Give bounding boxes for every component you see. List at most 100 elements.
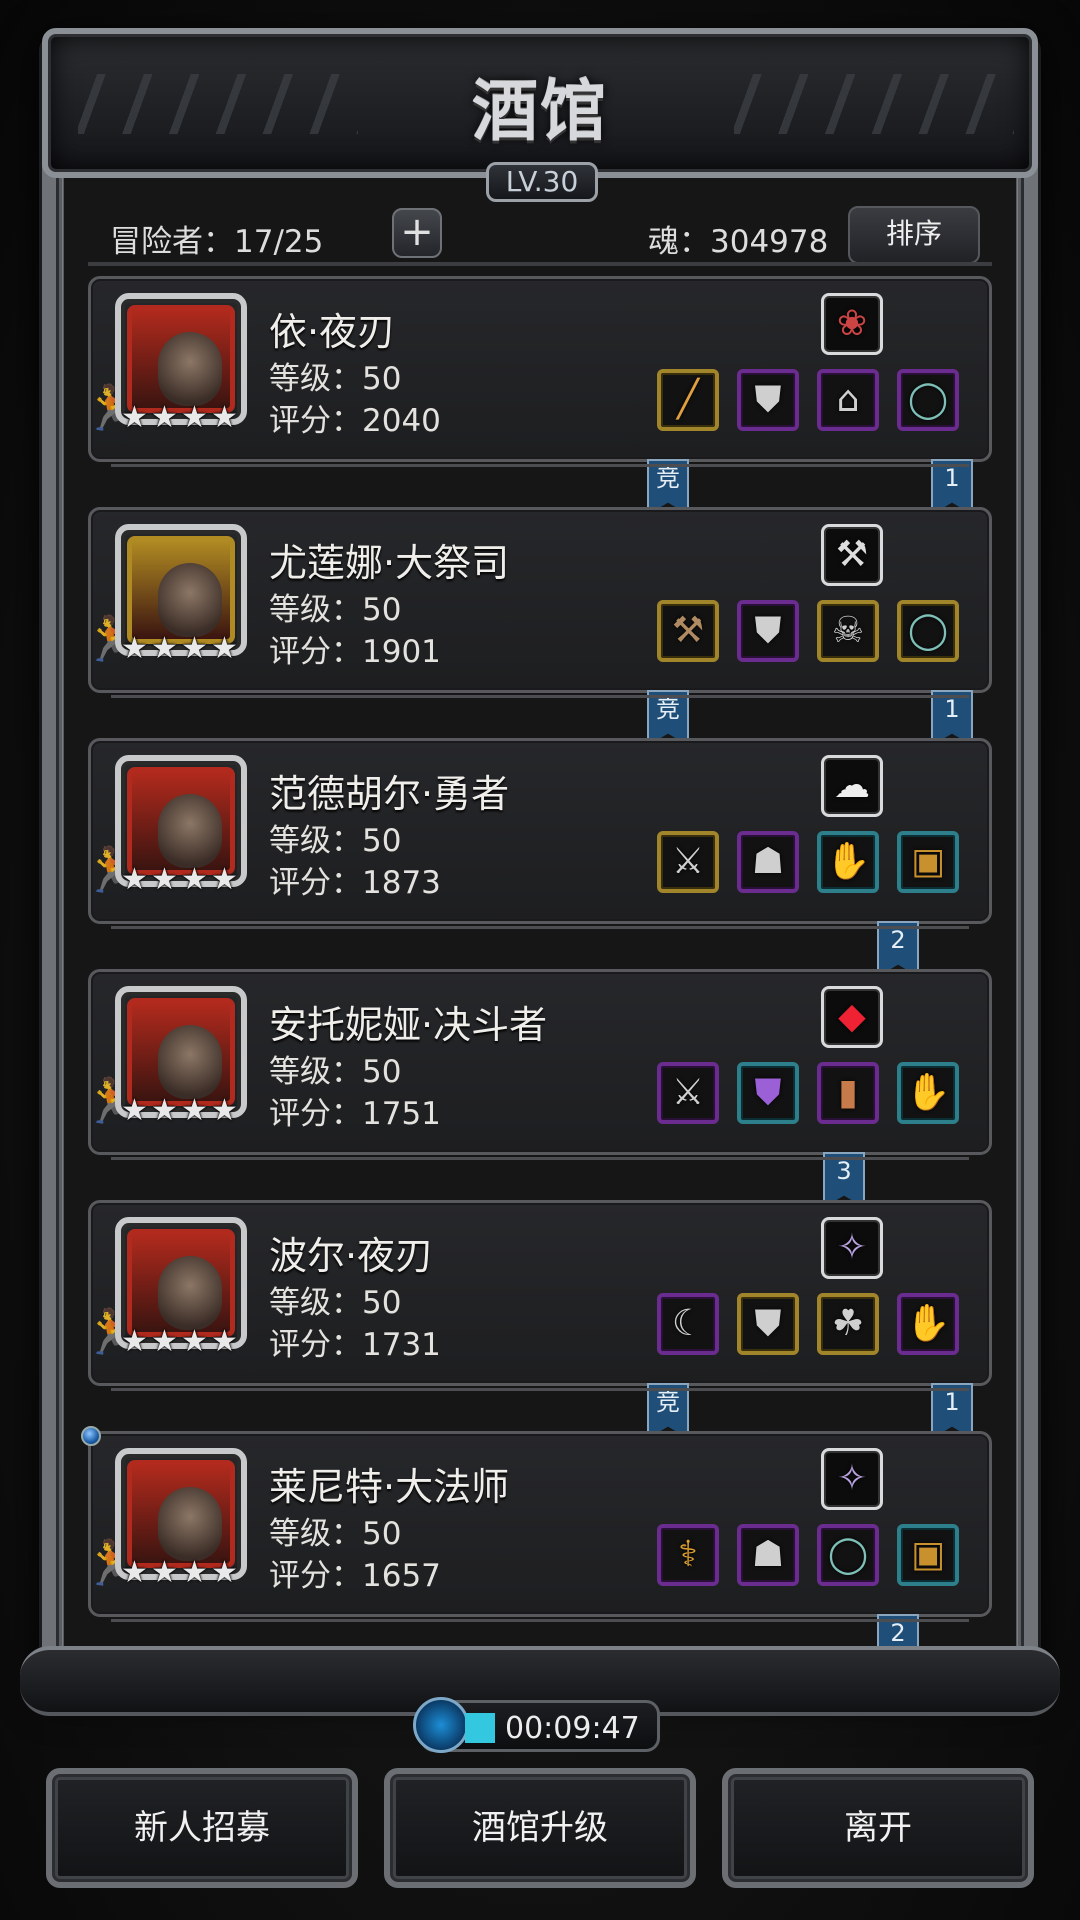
hero-score: 评分：1657 — [269, 1558, 441, 1594]
hero-face — [158, 1256, 222, 1330]
gauntlet-icon[interactable]: ✋ — [897, 1062, 959, 1124]
axe-icon[interactable]: ⚔ — [657, 831, 719, 893]
star-icon: ★ — [181, 1324, 208, 1359]
staff-icon[interactable]: ⚕ — [657, 1524, 719, 1586]
star-icon: ★ — [151, 1093, 178, 1128]
hero-name: 依·夜刃 — [269, 310, 396, 354]
star-rating: ★ ★ ★ ★ — [121, 1093, 241, 1128]
skull-mask-icon[interactable]: ☠ — [817, 600, 879, 662]
shield-plank-icon[interactable]: ▮ — [817, 1062, 879, 1124]
armor-icon[interactable]: ⛊ — [737, 1293, 799, 1355]
runner-icon: 🏃 — [83, 614, 138, 665]
portrait-frame — [127, 998, 235, 1106]
runner-icon: 🏃 — [83, 1538, 138, 1589]
info-row: 冒险者：17/25 + 魂：304978 排序 — [92, 206, 992, 264]
cloak-icon[interactable]: ☗ — [737, 1524, 799, 1586]
star-icon: ★ — [211, 400, 238, 435]
add-slot-button[interactable]: + — [392, 208, 442, 258]
hero-card[interactable]: 🏃 ★ ★ ★ ★ 莱尼特·大法师 等级：50 评分：1657 ✧ ⚕ ☗ ◯ ▣ 2 — [81, 1426, 992, 1670]
gauntlet-icon[interactable]: ✋ — [817, 831, 879, 893]
curved-blade-icon[interactable]: ☾ — [657, 1293, 719, 1355]
crystal-icon[interactable]: ✧ — [821, 1448, 883, 1510]
chest-icon[interactable]: ▣ — [897, 831, 959, 893]
armor-icon[interactable]: ⛊ — [737, 369, 799, 431]
hero-face — [158, 563, 222, 637]
star-icon: ★ — [121, 631, 148, 666]
hero-face — [158, 794, 222, 868]
sort-button[interactable]: 排序 — [848, 206, 980, 264]
red-horn-icon[interactable]: ❀ — [821, 293, 883, 355]
hero-card[interactable]: 🏃 ★ ★ ★ ★ 尤莲娜·大祭司 等级：50 评分：1901 ⚒ ⚒ ⛊ ☠ ◯ 竞 1 — [83, 507, 992, 746]
star-icon: ★ — [151, 1555, 178, 1590]
hero-card[interactable]: 🏃 ★ ★ ★ ★ 依·夜刃 等级：50 评分：2040 ❀ ╱ ⛊ ⌂ ◯ 竞 1 — [83, 276, 992, 515]
runner-icon: 🏃 — [83, 383, 138, 434]
star-icon: ★ — [121, 1093, 148, 1128]
portrait-frame — [127, 1460, 235, 1568]
star-icon: ★ — [151, 400, 178, 435]
hero-score: 评分：1901 — [269, 634, 441, 670]
chain-decoration-left — [78, 74, 358, 134]
star-icon: ★ — [181, 631, 208, 666]
hammer-icon[interactable]: ⚒ — [657, 600, 719, 662]
hero-score: 评分：1731 — [269, 1327, 441, 1363]
tavern-level-badge: LV.30 — [486, 162, 598, 202]
purple-armor-icon[interactable]: ⛊ — [737, 1062, 799, 1124]
soul-count: 魂：304978 — [648, 224, 829, 260]
hero-level: 等级：50 — [269, 1054, 402, 1090]
hero-name: 波尔·夜刃 — [269, 1234, 434, 1278]
armor-icon[interactable]: ⛊ — [737, 600, 799, 662]
hero-level: 等级：50 — [269, 592, 402, 628]
sword-icon[interactable]: ⚔ — [657, 1062, 719, 1124]
crystal-icon[interactable]: ✧ — [821, 1217, 883, 1279]
helmet-icon[interactable]: ⌂ — [817, 369, 879, 431]
hero-level: 等级：50 — [269, 1285, 402, 1321]
star-icon: ★ — [181, 400, 208, 435]
hero-name: 安托妮娅·决斗者 — [269, 1003, 548, 1047]
star-icon: ★ — [181, 1555, 208, 1590]
timer-text: 00:09:47 — [505, 1711, 640, 1746]
hero-card[interactable]: 🏃 ★ ★ ★ ★ 安托妮娅·决斗者 等级：50 评分：1751 ◆ ⚔ ⛊ ▮ ✋ 3 — [83, 969, 992, 1208]
adventurer-count: 冒险者：17/25 — [110, 224, 324, 260]
cloak-icon[interactable]: ☗ — [737, 831, 799, 893]
refresh-timer: 00:09:47 — [413, 1697, 660, 1753]
hero-card[interactable]: 🏃 ★ ★ ★ ★ 波尔·夜刃 等级：50 评分：1731 ✧ ☾ ⛊ ☘ ✋ 竞 1 — [83, 1200, 992, 1439]
feather-icon[interactable]: ☁ — [821, 755, 883, 817]
star-icon: ★ — [121, 862, 148, 897]
selected-pin-icon — [81, 1426, 101, 1446]
star-icon: ★ — [181, 1093, 208, 1128]
hero-list: 🏃 ★ ★ ★ ★ 依·夜刃 等级：50 评分：2040 ❀ ╱ ⛊ ⌂ ◯ 竞 1 🏃 ★ ★ ★ ★ 尤莲娜·大祭司… — [81, 276, 992, 1670]
hero-score: 评分：2040 — [269, 403, 441, 439]
ring-icon[interactable]: ◯ — [897, 600, 959, 662]
runner-icon: 🏃 — [83, 845, 138, 896]
hero-score: 评分：1751 — [269, 1096, 441, 1132]
chest-icon[interactable]: ▣ — [897, 1524, 959, 1586]
hero-level: 等级：50 — [269, 1516, 402, 1552]
necklace-icon[interactable]: ☘ — [817, 1293, 879, 1355]
hero-card[interactable]: 🏃 ★ ★ ★ ★ 范德胡尔·勇者 等级：50 评分：1873 ☁ ⚔ ☗ ✋ ▣ 2 — [83, 738, 992, 977]
ring-icon[interactable]: ◯ — [817, 1524, 879, 1586]
bracer-icon[interactable]: ⚒ — [821, 524, 883, 586]
ring-icon[interactable]: ◯ — [897, 369, 959, 431]
hero-name: 范德胡尔·勇者 — [269, 772, 510, 816]
recruit-button[interactable]: 新人招募 — [46, 1768, 358, 1888]
chain-decoration-right — [734, 74, 1014, 134]
star-rating: ★ ★ ★ ★ — [121, 400, 241, 435]
spear-icon[interactable]: ╱ — [657, 369, 719, 431]
divider — [88, 262, 992, 266]
page-title: 酒馆 — [472, 72, 608, 150]
upgrade-tavern-button[interactable]: 酒馆升级 — [384, 1768, 696, 1888]
hero-name: 尤莲娜·大祭司 — [269, 541, 510, 585]
hero-face — [158, 1487, 222, 1561]
star-rating: ★ ★ ★ ★ — [121, 631, 241, 666]
leave-button[interactable]: 离开 — [722, 1768, 1034, 1888]
runner-icon: 🏃 — [83, 1307, 138, 1358]
gauntlet-icon[interactable]: ✋ — [897, 1293, 959, 1355]
star-rating: ★ ★ ★ ★ — [121, 862, 241, 897]
star-icon: ★ — [181, 862, 208, 897]
runner-icon: 🏃 — [83, 1076, 138, 1127]
hero-face — [158, 1025, 222, 1099]
red-gem-icon[interactable]: ◆ — [821, 986, 883, 1048]
hero-level: 等级：50 — [269, 361, 402, 397]
hero-level: 等级：50 — [269, 823, 402, 859]
star-icon: ★ — [211, 1555, 238, 1590]
